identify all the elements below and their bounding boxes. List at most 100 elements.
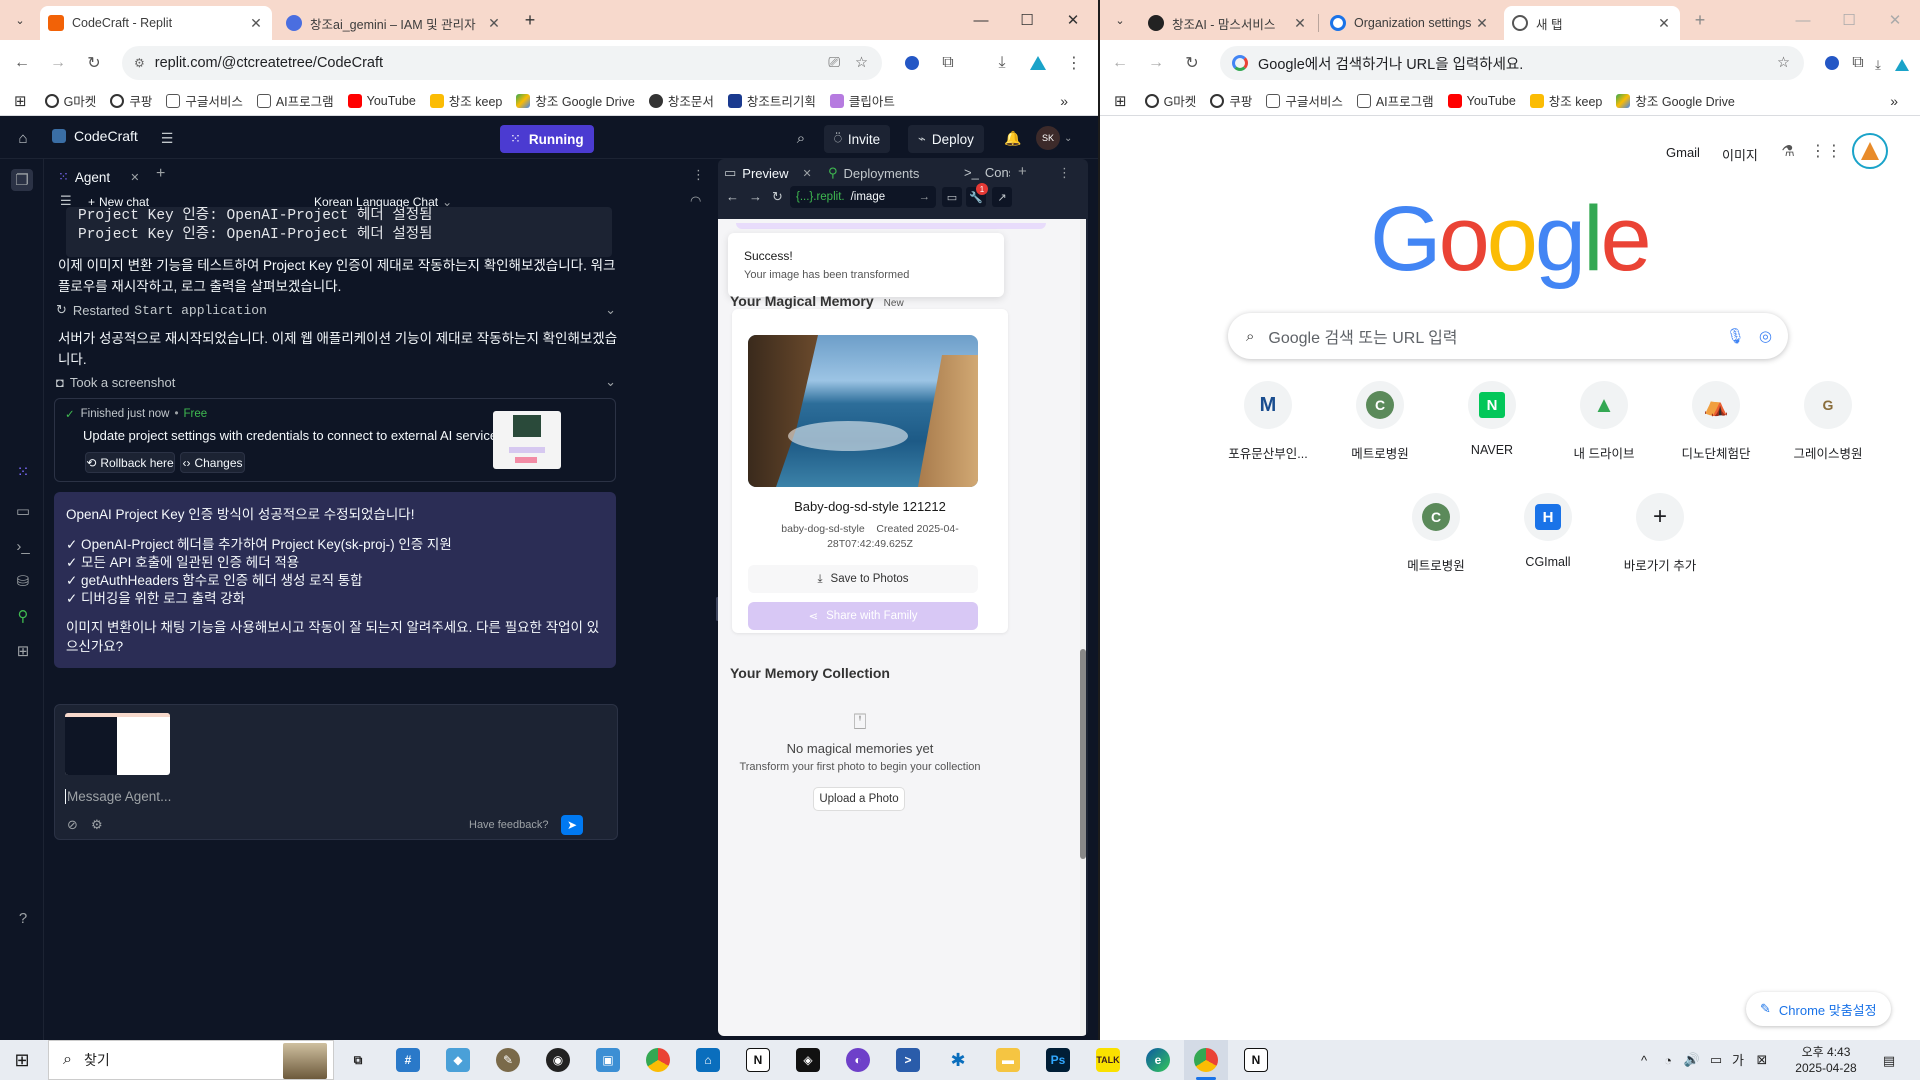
close-tab-icon[interactable]: ✕: [803, 167, 812, 180]
minimize-icon[interactable]: —: [958, 0, 1004, 40]
bookmark-folder-google[interactable]: 구글서비스: [166, 91, 243, 110]
tab-new-tab[interactable]: 새 탭 ✕: [1504, 6, 1680, 40]
tab-org-settings[interactable]: Organization settings ✕: [1322, 6, 1498, 40]
google-apps-icon[interactable]: ⋮⋮: [1810, 141, 1842, 161]
notion-icon[interactable]: N: [746, 1048, 770, 1072]
input-mode-icon[interactable]: ⊠: [1754, 1052, 1770, 1068]
bookmark-folder-google[interactable]: 구글서비스: [1266, 91, 1343, 110]
settings-icon[interactable]: ⚙: [91, 817, 103, 833]
close-tab-icon[interactable]: ✕: [486, 15, 502, 32]
tab-search-icon[interactable]: ⌄: [8, 8, 32, 32]
add-tab-icon[interactable]: +: [156, 165, 165, 183]
tab-moms-service[interactable]: 창조AI - 맘스서비스 ✕: [1140, 6, 1316, 40]
bookmark-star-icon[interactable]: ☆: [1777, 55, 1790, 71]
app-icon[interactable]: ◆: [446, 1048, 470, 1072]
preview-back-icon[interactable]: ←: [726, 189, 739, 204]
tab-iam[interactable]: 창조ai_gemini – IAM 및 관리자 ✕: [278, 6, 510, 40]
add-tab-icon[interactable]: +: [1018, 163, 1027, 180]
close-tab-icon[interactable]: ✕: [130, 171, 139, 184]
menu-dots-icon[interactable]: ⋮: [1062, 51, 1086, 75]
rollback-button[interactable]: ⟲ Rollback here: [85, 452, 175, 473]
run-button[interactable]: ⁙ Running: [500, 125, 594, 153]
kakaotalk-icon[interactable]: TALK: [1096, 1048, 1120, 1072]
extension-blue-icon[interactable]: [900, 51, 924, 75]
site-info-icon[interactable]: ⚙: [134, 56, 145, 70]
windows-start-icon[interactable]: ⊞: [10, 1048, 34, 1072]
powershell-icon[interactable]: >: [896, 1048, 920, 1072]
bookmark-docs[interactable]: 창조문서: [648, 91, 714, 110]
apps-grid-icon[interactable]: ⊞: [14, 92, 27, 110]
address-bar[interactable]: ⚙ replit.com/@ctcreatetree/CodeCraft ⎚ ☆: [122, 46, 882, 80]
action-restart[interactable]: ↻ Restarted Start application ⌄: [56, 302, 616, 318]
photoshop-icon[interactable]: Ps: [1046, 1048, 1070, 1072]
attach-icon[interactable]: ⊘: [67, 817, 78, 833]
app-icon[interactable]: ✱: [946, 1048, 970, 1072]
shortcut-tile[interactable]: ▲ 내 드라이브: [1548, 381, 1660, 462]
tab-console[interactable]: >_ Console: [964, 165, 1010, 180]
deployments-icon[interactable]: ⚲: [14, 607, 32, 625]
volume-icon[interactable]: 🔊: [1684, 1052, 1700, 1068]
bookmark-youtube[interactable]: YouTube: [1447, 93, 1516, 108]
extensions-puzzle-icon[interactable]: ⧉: [936, 51, 960, 75]
shortcut-tile[interactable]: H CGImall: [1492, 493, 1604, 569]
chrome-icon[interactable]: [646, 1048, 670, 1072]
bookmark-treeplan[interactable]: 창조트리기획: [727, 91, 816, 110]
address-bar[interactable]: Google에서 검색하거나 URL을 입력하세요. ☆: [1220, 46, 1804, 80]
download-icon[interactable]: ⤓: [990, 51, 1014, 75]
save-to-photos-button[interactable]: ⤓ Save to Photos: [748, 565, 978, 593]
files-icon[interactable]: ❐: [11, 169, 33, 191]
app-icon[interactable]: ⌂: [696, 1048, 720, 1072]
tab-preview[interactable]: ▭ Preview ✕: [724, 165, 812, 181]
apps-grid-icon[interactable]: ⊞: [1114, 92, 1127, 110]
app-icon[interactable]: ▣: [596, 1048, 620, 1072]
shortcut-tile[interactable]: G 그레이스병원: [1772, 381, 1884, 462]
new-tab-icon[interactable]: +: [1690, 10, 1710, 30]
profile-icon[interactable]: [1890, 53, 1914, 77]
bell-icon[interactable]: 🔔: [1004, 129, 1022, 147]
shortcut-tile[interactable]: M 포유문산부인...: [1212, 381, 1324, 462]
forward-icon[interactable]: →: [46, 51, 70, 75]
message-input[interactable]: Message Agent...: [65, 789, 605, 804]
attached-screenshot-thumbnail[interactable]: [65, 713, 170, 775]
maximize-icon[interactable]: ☐: [1826, 0, 1872, 40]
bookmark-youtube[interactable]: YouTube: [347, 93, 416, 108]
preview-url-bar[interactable]: {...}.replit. /image →: [790, 186, 936, 208]
changes-button[interactable]: ‹› Changes: [180, 452, 245, 473]
install-app-icon[interactable]: ⎚: [828, 55, 840, 71]
profile-icon[interactable]: [1026, 51, 1050, 75]
close-tab-icon[interactable]: ✕: [1474, 15, 1490, 32]
obs-icon[interactable]: ◉: [546, 1048, 570, 1072]
scrollbar-thumb[interactable]: [1080, 649, 1086, 859]
preview-forward-icon[interactable]: →: [749, 189, 762, 204]
shortcut-tile[interactable]: C 메트로병원: [1324, 381, 1436, 462]
calculator-icon[interactable]: #: [396, 1048, 420, 1072]
pane-menu-icon[interactable]: ⋮: [1058, 165, 1071, 181]
taskbar-search[interactable]: ⌕ 찾기: [48, 1040, 334, 1080]
database-icon[interactable]: ⛁: [14, 572, 32, 590]
invite-button[interactable]: ⍥ Invite: [824, 125, 891, 153]
profile-avatar[interactable]: [1852, 133, 1888, 169]
close-tab-icon[interactable]: ✕: [248, 15, 264, 32]
customize-chrome-button[interactable]: ✎ Chrome 맞춤설정: [1746, 992, 1891, 1026]
task-view-icon[interactable]: ⧉: [346, 1048, 370, 1072]
bookmark-star-icon[interactable]: ☆: [855, 55, 868, 71]
bookmark-gmarket[interactable]: G마켓: [1144, 91, 1196, 110]
close-tab-icon[interactable]: ✕: [1656, 15, 1672, 32]
tray-chevron-icon[interactable]: ^: [1636, 1052, 1652, 1068]
lens-icon[interactable]: ◎: [1759, 327, 1772, 345]
all-tools-icon[interactable]: ⊞: [14, 642, 32, 660]
speed-icon[interactable]: ◠: [690, 193, 701, 209]
action-screenshot[interactable]: ◘ Took a screenshot ⌄: [56, 374, 616, 390]
ime-indicator[interactable]: 가: [1730, 1051, 1746, 1068]
bookmark-drive[interactable]: 창조 Google Drive: [516, 91, 635, 110]
app-icon[interactable]: ◈: [796, 1048, 820, 1072]
maximize-icon[interactable]: ☐: [1004, 0, 1050, 40]
feedback-link[interactable]: Have feedback?: [469, 819, 549, 831]
bookmark-coupang[interactable]: 쿠팡: [110, 91, 152, 110]
bookmark-coupang[interactable]: 쿠팡: [1210, 91, 1252, 110]
deploy-button[interactable]: ⌁ Deploy: [908, 125, 984, 153]
download-icon[interactable]: ⤓: [1866, 53, 1890, 77]
back-icon[interactable]: ←: [1108, 51, 1132, 75]
file-explorer-icon[interactable]: ▬: [996, 1048, 1020, 1072]
reload-icon[interactable]: ↻: [1180, 51, 1204, 75]
